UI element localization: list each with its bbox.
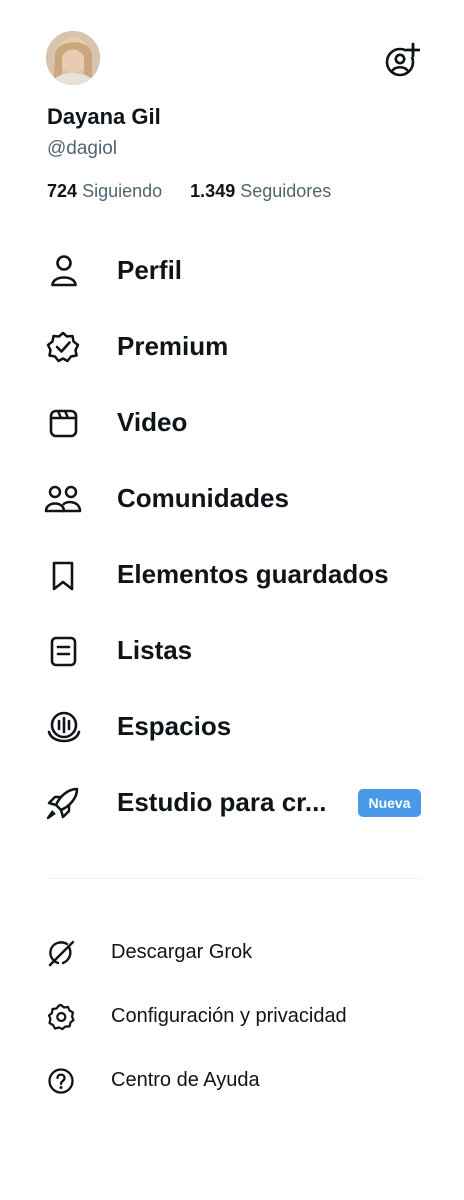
add-user-icon bbox=[385, 42, 420, 77]
gear-icon bbox=[46, 1002, 76, 1032]
new-badge: Nueva bbox=[358, 789, 421, 817]
menu-item-label: Listas bbox=[117, 635, 193, 665]
menu-item-label: Elementos guardados bbox=[117, 559, 389, 589]
menu-item-descargar-grok[interactable]: Descargar Grok bbox=[0, 926, 464, 976]
menu-item-label: Perfil bbox=[117, 255, 183, 285]
following-count: 724 bbox=[47, 181, 78, 201]
video-icon bbox=[44, 404, 82, 442]
followers-count: 1.349 bbox=[190, 181, 236, 201]
menu-item-listas[interactable]: Listas bbox=[0, 620, 464, 680]
followers-label: Seguidores bbox=[240, 181, 332, 201]
navigation-drawer: Dayana Gil @dagiol 724 Siguiendo 1.349 S… bbox=[0, 0, 464, 1200]
menu-item-label: Premium bbox=[117, 331, 229, 361]
following-link[interactable]: 724 Siguiendo bbox=[47, 181, 167, 201]
menu-item-label: Estudio para cr... bbox=[117, 787, 327, 817]
person-icon bbox=[44, 252, 82, 290]
menu-item-label: Centro de Ayuda bbox=[111, 1069, 260, 1091]
rocket-icon bbox=[44, 784, 82, 822]
menu-item-comunidades[interactable]: Comunidades bbox=[0, 468, 464, 528]
menu-item-elementos-guardados[interactable]: Elementos guardados bbox=[0, 544, 464, 604]
profile-name: Dayana Gil bbox=[47, 104, 161, 129]
divider bbox=[46, 878, 422, 879]
menu-item-configuracion[interactable]: Configuración y privacidad bbox=[0, 990, 464, 1040]
menu-item-video[interactable]: Video bbox=[0, 392, 464, 452]
menu-item-espacios[interactable]: Espacios bbox=[0, 696, 464, 756]
menu-item-premium[interactable]: Premium bbox=[0, 316, 464, 376]
add-account-button[interactable] bbox=[384, 42, 420, 78]
avatar-image bbox=[46, 31, 100, 85]
menu-item-label: Descargar Grok bbox=[111, 941, 253, 963]
following-label: Siguiendo bbox=[82, 181, 163, 201]
profile-handle: @dagiol bbox=[47, 138, 117, 159]
help-icon bbox=[46, 1066, 76, 1096]
menu-item-label: Video bbox=[117, 407, 188, 437]
spaces-icon bbox=[44, 708, 82, 746]
followers-link[interactable]: 1.349 Seguidores bbox=[185, 181, 331, 201]
follow-stats: 724 Siguiendo 1.349 Seguidores bbox=[47, 179, 331, 203]
list-icon bbox=[44, 632, 82, 670]
menu-item-estudio[interactable]: Estudio para cr... Nueva bbox=[0, 772, 464, 832]
communities-icon bbox=[44, 480, 82, 518]
avatar[interactable] bbox=[46, 31, 100, 85]
menu-item-perfil[interactable]: Perfil bbox=[0, 240, 464, 300]
bookmark-icon bbox=[44, 556, 82, 594]
menu-item-centro-de-ayuda[interactable]: Centro de Ayuda bbox=[0, 1054, 464, 1104]
menu-item-label: Comunidades bbox=[117, 483, 289, 513]
grok-icon bbox=[46, 938, 76, 968]
menu-item-label: Configuración y privacidad bbox=[111, 1005, 347, 1027]
verified-badge-icon bbox=[44, 328, 82, 366]
menu-item-label: Espacios bbox=[117, 711, 232, 741]
